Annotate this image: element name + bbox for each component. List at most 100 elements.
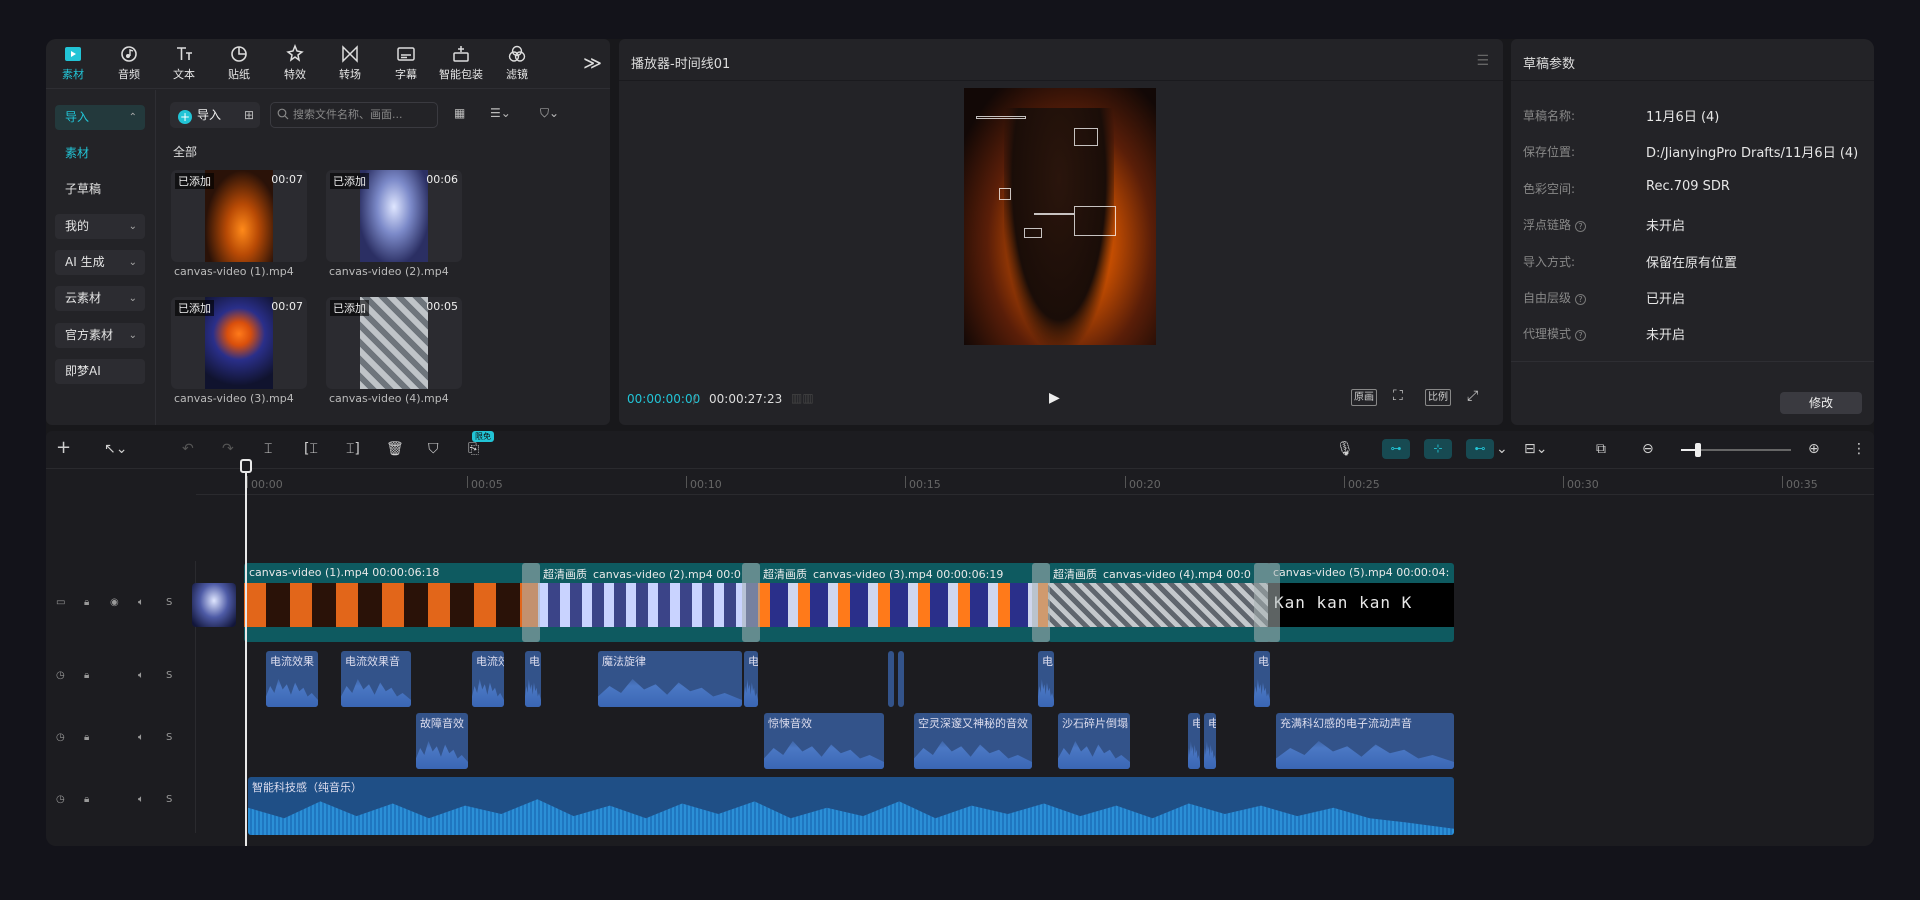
audio-clip[interactable]: 电流效果音 [341,651,411,707]
play-button[interactable]: ▶ [1049,390,1060,406]
sidebar-item-ai-generate[interactable]: AI 生成 ⌄ [55,250,145,275]
ratio-button[interactable]: 比例 [1425,389,1451,406]
media-item[interactable]: 已添加 00:06 [326,170,462,262]
audio-clip[interactable]: 电 [1204,713,1216,769]
audio-clip[interactable]: 电 [744,651,758,707]
thumbnail-toggle-icon[interactable]: ⧉ [1596,441,1606,457]
lock-icon[interactable]: 🔒︎ [84,670,89,681]
audio-clip[interactable]: 魔法旋律 [598,651,742,707]
audio-clip[interactable]: 电流效 [472,651,504,707]
playhead[interactable] [245,461,247,846]
audio-clip[interactable]: 电 [1038,651,1054,707]
grid-icon[interactable]: ⊞ [244,102,254,128]
help-icon[interactable]: ? [1575,330,1587,341]
zoom-out-icon[interactable]: ⊖ [1642,441,1654,457]
delete-icon[interactable]: 🗑 [386,441,404,457]
transition-marker[interactable] [1254,563,1280,642]
solo-icon[interactable]: S [166,732,172,743]
solo-icon[interactable]: S [166,670,172,681]
mark-icon[interactable]: ⛉ [428,441,439,457]
zoom-slider[interactable] [1681,443,1791,457]
layout-view-icon[interactable]: ▦ [454,106,465,120]
audio-clip[interactable]: 电 [1254,651,1270,707]
undo-icon[interactable]: ↶ [182,441,194,457]
modify-button[interactable]: 修改 [1780,392,1862,414]
sidebar-item-media[interactable]: 素材 [55,141,145,166]
solo-icon[interactable]: S [166,597,172,608]
more-tabs-icon[interactable]: ≫ [583,53,602,74]
video-clip[interactable]: 超清画质 canvas-video (2).mp4 00:0 [538,563,760,642]
video-clip[interactable]: canvas-video (1).mp4 00:00:06:18 [244,563,542,642]
tab-subtitle[interactable]: 字幕 [383,44,429,82]
tab-filter[interactable]: 滤镜 [494,44,540,82]
audio-clip[interactable]: 空灵深邃又神秘的音效 [914,713,1032,769]
audio-clip[interactable]: 电流效果 [266,651,318,707]
music-clip[interactable]: 智能科技感（纯音乐） [248,777,1454,835]
eye-icon[interactable]: ◉ [110,597,119,608]
audio-clip[interactable] [888,651,894,707]
auto-snap-toggle[interactable]: ⊹ [1424,439,1452,459]
original-button[interactable]: 原画 [1351,389,1377,406]
transition-marker[interactable] [522,563,540,642]
redo-icon[interactable]: ↷ [222,441,234,457]
media-item[interactable]: 已添加 00:07 [171,297,307,389]
audio-clip[interactable]: 电 [525,651,541,707]
sidebar-item-mine[interactable]: 我的 ⌄ [55,214,145,239]
help-icon[interactable]: ? [1575,221,1587,232]
fullscreen-icon[interactable]: ⤢ [1467,388,1478,404]
tab-smart-package[interactable]: 智能包装 [438,44,484,82]
chevron-down-icon[interactable]: ⌄ [1496,441,1508,457]
sidebar-item-subdraft[interactable]: 子草稿 [55,177,145,202]
video-clip[interactable]: canvas-video (5).mp4 00:00:04: Kan kan k… [1268,563,1454,642]
sidebar-item-import[interactable]: 导入 ⌃ [55,105,145,130]
screenshot-icon[interactable]: ⛶ [1393,388,1403,404]
zoom-in-icon[interactable]: ⊕ [1808,441,1820,457]
audio-clip[interactable]: 充满科幻感的电子流动声音 [1276,713,1454,769]
sidebar-item-official[interactable]: 官方素材 ⌄ [55,323,145,348]
tab-sticker[interactable]: 贴纸 [216,44,262,82]
audio-clip[interactable] [898,651,904,707]
sort-icon[interactable]: ☰⌄ [490,106,511,120]
transition-marker[interactable] [742,563,760,642]
lock-icon[interactable]: 🔒︎ [84,794,89,805]
volume-icon[interactable]: 🔈︎ [138,670,144,681]
select-tool-icon[interactable]: ↖⌄ [104,441,127,457]
sidebar-item-jimeng-ai[interactable]: 即梦AI [55,359,145,384]
audio-clip[interactable]: 电 [1188,713,1200,769]
video-clip[interactable]: 超清画质 canvas-video (3).mp4 00:00:06:19 [758,563,1050,642]
audio-clip[interactable]: 惊悚音效 [764,713,884,769]
volume-icon[interactable]: 🔈︎ [138,794,144,805]
audio-clip[interactable]: 沙石碎片倒塌 [1058,713,1130,769]
audio-clip[interactable]: 故障音效 [416,713,468,769]
video-preview[interactable] [964,88,1156,345]
media-item[interactable]: 已添加 00:07 [171,170,307,262]
time-ruler[interactable]: 00:00 00:05 00:10 00:15 00:20 00:25 00:3… [196,469,1874,495]
filter-sort-icon[interactable]: ⛉⌄ [540,106,559,121]
preview-axis-icon[interactable]: ⊟⌄ [1524,441,1547,457]
help-icon[interactable]: ? [1575,294,1587,305]
playhead-handle[interactable] [240,459,252,473]
trim-right-icon[interactable]: ⌶] [346,441,360,457]
sidebar-item-cloud[interactable]: 云素材 ⌄ [55,286,145,311]
media-item[interactable]: 已添加 00:05 [326,297,462,389]
more-options-icon[interactable]: ⋮ [1852,441,1866,457]
tab-media[interactable]: 素材 [50,44,96,82]
tab-text[interactable]: 文本 [161,44,207,82]
volume-icon[interactable]: 🔈︎ [138,597,144,608]
tab-transition[interactable]: 转场 [327,44,373,82]
search-input[interactable]: 搜索文件名称、画面... [270,102,438,128]
auto-caption-icon[interactable]: ⎘ [468,441,479,457]
tab-audio[interactable]: 音频 [106,44,152,82]
video-clip[interactable]: 超清画质 canvas-video (4).mp4 00:0 [1048,563,1270,642]
split-icon[interactable]: ⌶ [264,441,272,457]
add-track-icon[interactable]: + [56,437,71,458]
solo-icon[interactable]: S [166,794,172,805]
transition-marker[interactable] [1032,563,1050,642]
trim-left-icon[interactable]: [⌶ [304,441,318,457]
import-button[interactable]: + 导入 ⊞ [170,102,260,128]
lock-icon[interactable]: 🔒︎ [84,732,89,743]
frames-icon[interactable]: ▥▥ [791,391,814,405]
zoom-slider-handle[interactable] [1695,443,1701,457]
menu-icon[interactable]: ☰ [1476,53,1489,69]
volume-icon[interactable]: 🔈︎ [138,732,144,743]
